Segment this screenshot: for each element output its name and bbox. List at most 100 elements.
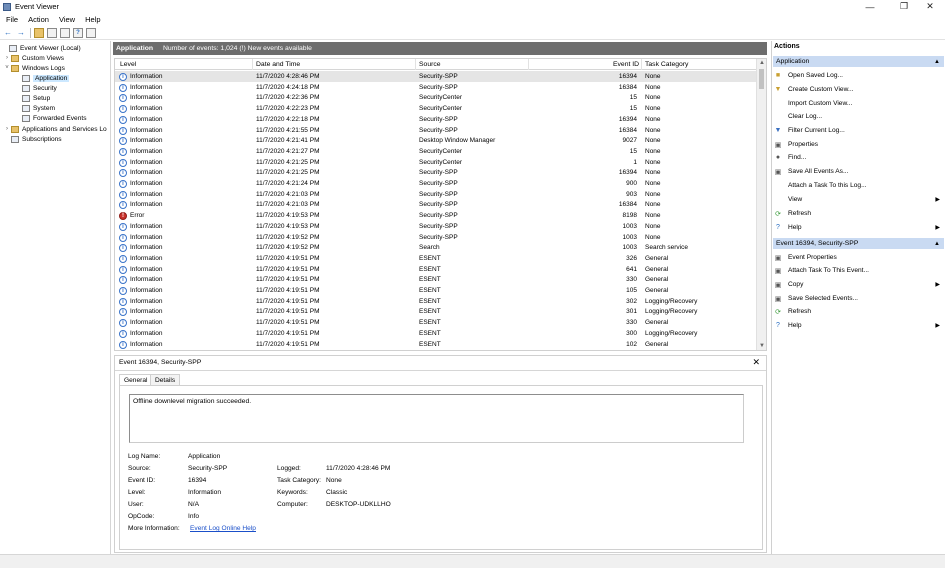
action-attach-task-to-event[interactable]: ▣ Attach Task To This Event... xyxy=(774,265,942,276)
column-divider[interactable] xyxy=(415,59,416,70)
tree-item-system[interactable]: System xyxy=(22,103,55,113)
action-pane-icon[interactable] xyxy=(60,27,70,38)
value-keywords[interactable]: Classic xyxy=(326,489,347,496)
table-row[interactable]: i Information 11/7/2020 4:19:51 PM ESENT 102… xyxy=(115,339,757,350)
value-source[interactable]: Security-SPP xyxy=(188,465,227,472)
table-row[interactable]: i Information 11/7/2020 4:21:24 PM Security… xyxy=(115,178,757,189)
table-row[interactable]: i Information 11/7/2020 4:19:52 PM Search 10… xyxy=(115,242,757,253)
column-divider[interactable] xyxy=(641,59,642,70)
value-level[interactable]: Information xyxy=(188,489,221,496)
action-find[interactable]: ● Find... xyxy=(774,152,942,163)
help-icon[interactable]: ? xyxy=(73,27,83,38)
column-divider[interactable] xyxy=(252,59,253,70)
action-save-all-events[interactable]: ▣ Save All Events As... xyxy=(774,166,942,177)
action-properties[interactable]: ▣ Properties xyxy=(774,139,942,150)
table-row[interactable]: i Information 11/7/2020 4:24:18 PM Security… xyxy=(115,82,757,93)
value-task-category[interactable]: None xyxy=(326,477,342,484)
table-row[interactable]: i Information 11/7/2020 4:21:03 PM Security… xyxy=(115,199,757,210)
action-import-custom-view[interactable]: Import Custom View... xyxy=(774,98,942,109)
table-row[interactable]: i Information 11/7/2020 4:21:25 PM Security… xyxy=(115,157,757,168)
menu-view[interactable]: View xyxy=(59,15,75,24)
tree-item-apps-services[interactable]: › Applications and Services Lo xyxy=(3,124,107,134)
console-tree-icon[interactable] xyxy=(47,27,57,38)
action-help[interactable]: ? Help ▶ xyxy=(774,222,942,233)
table-row[interactable]: i Information 11/7/2020 4:19:52 PM Security… xyxy=(115,232,757,243)
table-row[interactable]: i Information 11/7/2020 4:22:23 PM Security… xyxy=(115,103,757,114)
table-row[interactable]: i Information 11/7/2020 4:19:51 PM ESENT 326… xyxy=(115,253,757,264)
table-row[interactable]: i Information 11/7/2020 4:21:27 PM Security… xyxy=(115,146,757,157)
column-event-id[interactable]: Event ID xyxy=(613,61,639,68)
table-row[interactable]: i Information 11/7/2020 4:19:51 PM ESENT 330… xyxy=(115,317,757,328)
menu-action[interactable]: Action xyxy=(28,15,49,24)
column-datetime[interactable]: Date and Time xyxy=(256,61,300,68)
tree-item-setup[interactable]: Setup xyxy=(22,93,50,103)
value-user[interactable]: N/A xyxy=(188,501,199,508)
scroll-down-icon[interactable]: ▼ xyxy=(759,343,765,349)
collapse-icon[interactable]: ▲ xyxy=(934,59,940,65)
tree-item-forwarded-events[interactable]: Forwarded Events xyxy=(22,113,87,123)
minimize-button[interactable]: — xyxy=(855,0,885,13)
value-opcode[interactable]: Info xyxy=(188,513,199,520)
event-message[interactable]: Offline downlevel migration succeeded. xyxy=(129,394,744,443)
table-row[interactable]: i Information 11/7/2020 4:19:51 PM ESENT 330… xyxy=(115,274,757,285)
table-row[interactable]: i Information 11/7/2020 4:22:36 PM Security… xyxy=(115,92,757,103)
show-hide-pane-icon[interactable] xyxy=(86,27,96,38)
column-task-category[interactable]: Task Category xyxy=(645,61,688,68)
action-attach-task-to-log[interactable]: Attach a Task To this Log... xyxy=(774,180,942,191)
table-row[interactable]: i Information 11/7/2020 4:21:03 PM Security… xyxy=(115,189,757,200)
collapse-icon[interactable]: ▲ xyxy=(934,241,940,247)
value-log-name[interactable]: Application xyxy=(188,453,220,460)
action-clear-log[interactable]: Clear Log... xyxy=(774,111,942,122)
chevron-down-icon[interactable]: ˅ xyxy=(3,65,11,71)
tree-item-application[interactable]: Application xyxy=(22,73,70,83)
table-row[interactable]: i Information 11/7/2020 4:21:25 PM Security… xyxy=(115,167,757,178)
column-level[interactable]: Level xyxy=(120,61,136,68)
action-create-custom-view[interactable]: ▼ Create Custom View... xyxy=(774,84,942,95)
open-folder-icon[interactable] xyxy=(34,27,44,38)
table-row[interactable]: i Information 11/7/2020 4:19:53 PM Security… xyxy=(115,221,757,232)
action-view[interactable]: View ▶ xyxy=(774,194,942,205)
table-row[interactable]: i Information 11/7/2020 4:19:51 PM ESENT 300… xyxy=(115,328,757,339)
tree-item-windows-logs[interactable]: ˅ Windows Logs xyxy=(3,63,65,73)
actions-section-application[interactable]: Application ▲ xyxy=(773,56,944,67)
back-arrow-icon[interactable]: ← xyxy=(3,28,13,38)
table-vertical-scrollbar[interactable]: ▲ ▼ xyxy=(756,59,766,350)
table-row[interactable]: i Information 11/7/2020 4:19:51 PM ESENT 302… xyxy=(115,296,757,307)
event-log-online-help-link[interactable]: Event Log Online Help xyxy=(190,525,256,532)
table-row[interactable]: ! Error 11/7/2020 4:19:53 PM Security-SPP 81… xyxy=(115,210,757,221)
value-logged[interactable]: 11/7/2020 4:28:46 PM xyxy=(326,465,390,472)
chevron-right-icon[interactable]: › xyxy=(3,55,11,61)
action-save-selected-events[interactable]: ▣ Save Selected Events... xyxy=(774,293,942,304)
close-icon[interactable]: ✕ xyxy=(752,357,760,368)
tree-item-root[interactable]: Event Viewer (Local) xyxy=(1,43,81,53)
chevron-right-icon[interactable]: › xyxy=(3,126,11,132)
actions-section-event[interactable]: Event 16394, Security-SPP ▲ xyxy=(773,238,944,249)
scroll-up-icon[interactable]: ▲ xyxy=(759,60,765,66)
value-computer[interactable]: DESKTOP-UDKLLHO xyxy=(326,501,391,508)
table-row[interactable]: i Information 11/7/2020 4:21:41 PM Desktop … xyxy=(115,135,757,146)
table-row[interactable]: i Information 11/7/2020 4:19:51 PM ESENT 105… xyxy=(115,285,757,296)
action-refresh[interactable]: ⟳ Refresh xyxy=(774,208,942,219)
action-open-saved-log[interactable]: ■ Open Saved Log... xyxy=(774,70,942,81)
action-refresh[interactable]: ⟳ Refresh xyxy=(774,306,942,317)
column-divider[interactable] xyxy=(528,59,529,70)
table-row[interactable]: i Information 11/7/2020 4:21:55 PM Security… xyxy=(115,125,757,136)
table-row[interactable]: i Information 11/7/2020 4:22:18 PM Security… xyxy=(115,114,757,125)
action-filter-current-log[interactable]: ▼ Filter Current Log... xyxy=(774,125,942,136)
column-source[interactable]: Source xyxy=(419,61,441,68)
action-copy[interactable]: ▣ Copy ▶ xyxy=(774,279,942,290)
table-row[interactable]: i Information 11/7/2020 4:19:51 PM ESENT 641… xyxy=(115,264,757,275)
action-help[interactable]: ? Help ▶ xyxy=(774,320,942,331)
tree-item-subscriptions[interactable]: Subscriptions xyxy=(3,134,62,144)
action-event-properties[interactable]: ▣ Event Properties xyxy=(774,252,942,263)
menu-help[interactable]: Help xyxy=(85,15,100,24)
forward-arrow-icon[interactable]: → xyxy=(16,28,26,38)
value-event-id[interactable]: 16394 xyxy=(188,477,206,484)
table-row[interactable]: i Information 11/7/2020 4:28:46 PM Security… xyxy=(115,71,757,82)
close-button[interactable]: ✕ xyxy=(915,0,945,13)
menu-file[interactable]: File xyxy=(6,15,18,24)
tree-item-custom-views[interactable]: › Custom Views xyxy=(3,53,64,63)
table-row[interactable]: i Information 11/7/2020 4:19:51 PM ESENT 301… xyxy=(115,306,757,317)
tree-item-security[interactable]: Security xyxy=(22,83,57,93)
scroll-thumb[interactable] xyxy=(759,69,764,89)
